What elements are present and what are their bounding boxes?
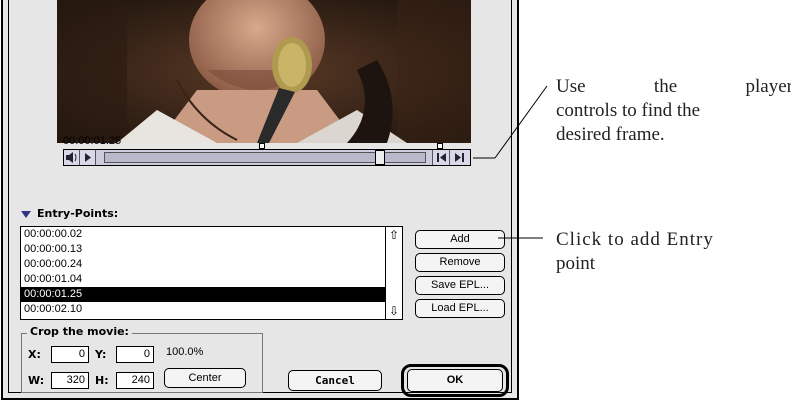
note-word: player bbox=[745, 76, 791, 97]
add-note-line2: point bbox=[556, 253, 596, 274]
player-controls-note: Use the player controls to find the desire… bbox=[556, 75, 791, 147]
note-word: Use bbox=[556, 76, 586, 97]
player-note-line3: desired frame. bbox=[556, 124, 665, 145]
player-note-line1: Use the player bbox=[556, 75, 791, 99]
add-entry-note: Click to add Entry point bbox=[556, 228, 791, 276]
player-note-line2: controls to find the bbox=[556, 100, 701, 121]
note-word: the bbox=[653, 76, 678, 97]
annotation-lines bbox=[473, 85, 548, 239]
add-note-line1: Click to add Entry bbox=[556, 229, 714, 250]
